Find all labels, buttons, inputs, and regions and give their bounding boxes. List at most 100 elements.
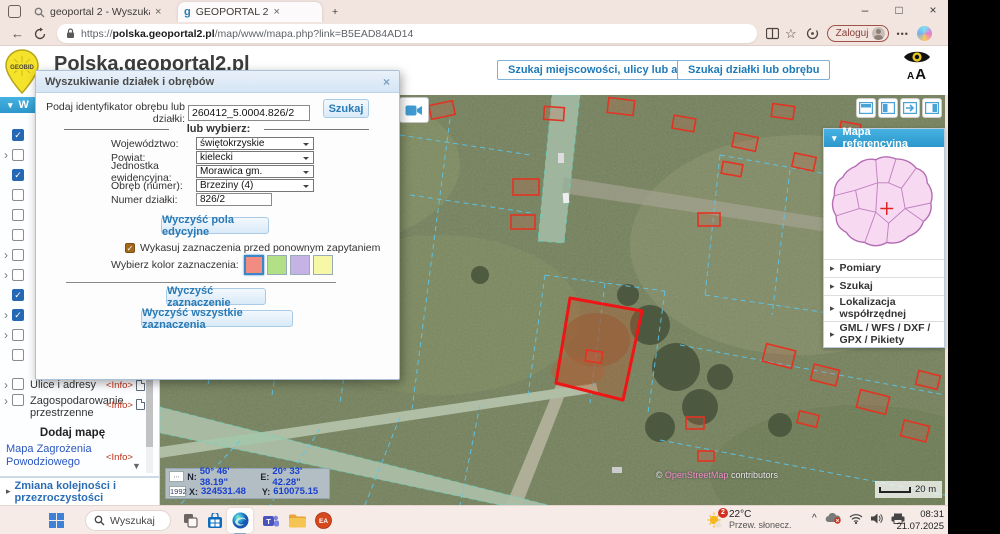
ea-app-button[interactable]: EA bbox=[313, 510, 334, 531]
tree-expand-icon[interactable]: › bbox=[0, 394, 12, 408]
poland-overview-map[interactable] bbox=[824, 147, 944, 259]
clear-fields-button[interactable]: Wyczyść pola edycyjne bbox=[161, 217, 269, 234]
tree-expand-icon[interactable]: › bbox=[0, 378, 12, 392]
accessibility-controls[interactable]: AA bbox=[897, 48, 937, 83]
layer-row[interactable]: › bbox=[0, 205, 34, 225]
layer-checkbox[interactable]: ✓ bbox=[12, 309, 24, 321]
back-icon[interactable]: ← bbox=[11, 26, 24, 41]
layer-row[interactable]: ›✓ bbox=[0, 125, 34, 145]
teams-button[interactable]: T bbox=[260, 510, 281, 531]
panel-item-lokalizacja[interactable]: ▸ Lokalizacja współrzędnej bbox=[824, 295, 944, 321]
layer-row[interactable]: ›✓ bbox=[0, 285, 34, 305]
layer-checkbox[interactable] bbox=[12, 229, 24, 241]
tree-expand-icon[interactable]: › bbox=[0, 328, 12, 342]
tree-expand-icon[interactable]: › bbox=[0, 268, 12, 282]
scroll-down-icon[interactable]: ▼ bbox=[132, 461, 141, 471]
eye-icon[interactable] bbox=[903, 48, 931, 66]
wojewodztwo-select[interactable]: świętokrzyskie bbox=[196, 137, 314, 150]
tray-chevron-icon[interactable]: ^ bbox=[812, 513, 817, 524]
speaker-icon[interactable] bbox=[871, 513, 883, 524]
layer-row[interactable]: › bbox=[0, 145, 34, 165]
weather-widget[interactable]: 2 22°C Przew. słonecz. bbox=[706, 509, 792, 530]
edge-button[interactable] bbox=[230, 510, 251, 531]
obreb-select[interactable]: Brzeziny (4) bbox=[196, 179, 314, 192]
layer-row[interactable]: › bbox=[0, 265, 34, 285]
layer-checkbox[interactable] bbox=[12, 249, 24, 261]
new-tab-button[interactable]: + bbox=[326, 2, 344, 22]
layer-checkbox[interactable]: ✓ bbox=[12, 289, 24, 301]
store-button[interactable] bbox=[204, 510, 225, 531]
tab-2-active[interactable]: g GEOPORTAL 2 × bbox=[178, 2, 322, 22]
tab-1[interactable]: geoportal 2 - Wyszukaj × bbox=[28, 2, 174, 22]
login-button[interactable]: Zaloguj bbox=[827, 25, 890, 42]
layer-row[interactable]: ›✓ bbox=[0, 305, 34, 325]
clear-before-query-checkbox[interactable]: ✓ bbox=[125, 243, 135, 253]
browser-essentials-icon[interactable] bbox=[806, 27, 819, 40]
search-parcel-button[interactable]: Szukaj działki lub obrębu bbox=[677, 60, 830, 80]
tree-expand-icon[interactable]: › bbox=[0, 148, 12, 162]
info-link[interactable]: <Info> bbox=[106, 450, 133, 463]
identifier-input[interactable] bbox=[188, 105, 310, 121]
font-size-buttons[interactable]: AA bbox=[897, 66, 937, 83]
color-swatch[interactable] bbox=[244, 255, 264, 275]
tree-expand-icon[interactable]: › bbox=[0, 248, 12, 262]
copilot-icon[interactable] bbox=[917, 26, 932, 41]
color-swatch[interactable] bbox=[313, 255, 333, 275]
map-tool-button[interactable] bbox=[399, 97, 429, 123]
layer-row[interactable]: › bbox=[0, 245, 34, 265]
layer-checkbox[interactable] bbox=[12, 349, 24, 361]
browser-menu-icon[interactable]: ••• bbox=[896, 29, 908, 39]
tab-close-icon[interactable]: × bbox=[155, 6, 161, 18]
info-link[interactable]: <Info> bbox=[106, 398, 133, 411]
osm-link[interactable]: OpenStreetMap bbox=[665, 470, 729, 480]
legend-page-icon[interactable] bbox=[136, 399, 145, 410]
refresh-icon[interactable] bbox=[33, 27, 47, 41]
onedrive-error-icon[interactable] bbox=[825, 512, 841, 524]
layer-row[interactable]: › bbox=[0, 185, 34, 205]
flood-map-link[interactable]: Mapa Zagrożenia Powodziowego bbox=[6, 443, 96, 469]
layer-row[interactable]: › bbox=[0, 225, 34, 245]
taskbar-clock[interactable]: 08:31 21.07.2025 bbox=[896, 509, 944, 532]
reorder-transparency-link[interactable]: ▸ Zmiana kolejności i przezroczystości bbox=[0, 476, 159, 505]
layer-row-ulice[interactable]: › Ulice i adresy <Info> bbox=[0, 378, 145, 392]
color-swatch[interactable] bbox=[290, 255, 310, 275]
panel-item-szukaj[interactable]: ▸ Szukaj bbox=[824, 277, 944, 295]
tab-close-icon[interactable]: × bbox=[273, 6, 279, 18]
layer-checkbox[interactable] bbox=[12, 394, 24, 406]
panel-item-pomiary[interactable]: ▸ Pomiary bbox=[824, 259, 944, 277]
layer-checkbox[interactable] bbox=[12, 329, 24, 341]
panel-item-gml[interactable]: ▸ GML / WFS / DXF / GPX / Pikiety bbox=[824, 321, 944, 347]
epsg-code[interactable]: 1992 bbox=[169, 486, 186, 497]
url-field[interactable]: https://polska.geoportal2.pl/map/www/map… bbox=[57, 24, 757, 43]
tab-actions-icon[interactable] bbox=[8, 5, 21, 18]
window-minimize-button[interactable]: – bbox=[852, 3, 878, 17]
layer-checkbox[interactable]: ✓ bbox=[12, 169, 24, 181]
clear-all-selections-button[interactable]: Wyczyść wszystkie zaznaczenia bbox=[141, 310, 293, 327]
file-explorer-button[interactable] bbox=[287, 510, 308, 531]
layer-checkbox[interactable] bbox=[12, 378, 24, 390]
taskbar-search[interactable]: Wyszukaj bbox=[85, 510, 171, 531]
legend-page-icon[interactable] bbox=[136, 380, 145, 391]
start-button[interactable] bbox=[46, 510, 67, 531]
window-close-button[interactable]: × bbox=[920, 3, 946, 17]
jednostka-select[interactable]: Morawica gm. bbox=[196, 165, 314, 178]
window-maximize-button[interactable]: □ bbox=[886, 3, 912, 17]
layer-checkbox[interactable] bbox=[12, 189, 24, 201]
layer-row[interactable]: ›✓ bbox=[0, 165, 34, 185]
wifi-icon[interactable] bbox=[849, 513, 863, 524]
tree-expand-icon[interactable]: › bbox=[0, 308, 12, 322]
task-view-button[interactable] bbox=[180, 510, 201, 531]
layer-checkbox[interactable] bbox=[12, 149, 24, 161]
clear-selection-button[interactable]: Wyczyść zaznaczenie bbox=[166, 288, 266, 305]
layer-row[interactable]: › bbox=[0, 325, 34, 345]
layout-top-button[interactable] bbox=[856, 98, 876, 118]
layer-checkbox[interactable] bbox=[12, 209, 24, 221]
favorites-star-icon[interactable]: ☆ bbox=[785, 26, 797, 42]
layer-row[interactable]: › bbox=[0, 345, 34, 365]
layer-checkbox[interactable]: ✓ bbox=[12, 129, 24, 141]
layout-right-button[interactable] bbox=[922, 98, 942, 118]
layer-row-zagospodarowanie[interactable]: › Zagospodarowanie przestrzenne <Info> bbox=[0, 394, 145, 419]
dialog-close-icon[interactable]: × bbox=[383, 75, 390, 89]
dialog-search-button[interactable]: Szukaj bbox=[323, 99, 369, 118]
powiat-select[interactable]: kielecki bbox=[196, 151, 314, 164]
